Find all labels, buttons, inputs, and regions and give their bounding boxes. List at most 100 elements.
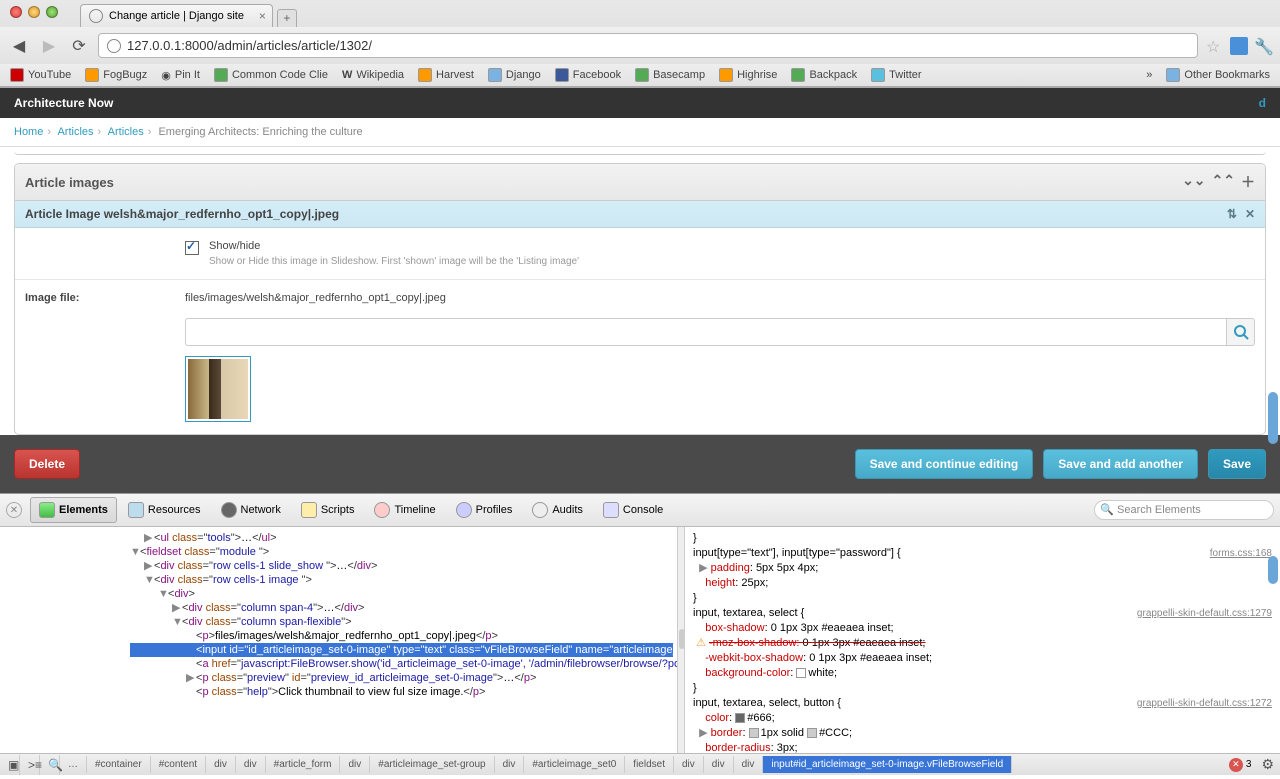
wrench-icon[interactable]: 🔧 <box>1254 37 1272 55</box>
devtools-tab-console[interactable]: Console <box>594 497 672 523</box>
help-text: Show or Hide this image in Slideshow. Fi… <box>209 256 579 267</box>
dom-crumb[interactable]: #articleimage_set-group <box>370 756 494 773</box>
save-button[interactable]: Save <box>1208 449 1266 479</box>
collapse-all-icon[interactable]: ⌄⌄ <box>1182 172 1205 192</box>
file-browse-button[interactable] <box>1227 318 1255 346</box>
resources-icon <box>128 502 144 518</box>
scrollbar-thumb[interactable] <box>1268 556 1278 584</box>
dom-crumb[interactable]: div <box>495 756 525 773</box>
dom-breadcrumbs: #container#contentdivdiv#article_formdiv… <box>87 756 1012 773</box>
bookmarks-bar: YouTube FogBugz ◉Pin It Common Code Clie… <box>0 64 1280 87</box>
reload-button[interactable]: ⟳ <box>68 35 90 57</box>
close-tab-icon[interactable]: × <box>259 9 266 23</box>
dom-crumb[interactable]: #container <box>87 756 151 773</box>
toolbar-right: ☆ 🔧 <box>1206 37 1272 55</box>
dom-crumb[interactable]: div <box>674 756 704 773</box>
devtools-tab-audits[interactable]: Audits <box>523 497 592 523</box>
bookmark-item[interactable]: Twitter <box>871 68 921 82</box>
submit-row: Delete Save and continue editing Save an… <box>0 435 1280 493</box>
bookmark-item[interactable]: Basecamp <box>635 68 705 82</box>
devtools-tab-profiles[interactable]: Profiles <box>447 497 522 523</box>
dom-crumb[interactable]: div <box>340 756 370 773</box>
styles-panel[interactable]: }forms.css:168input[type="text"], input[… <box>685 527 1280 753</box>
dom-crumb[interactable]: div <box>734 756 764 773</box>
settings-gear-icon[interactable]: ⚙ <box>1255 756 1280 773</box>
zoom-window-button[interactable] <box>46 6 58 18</box>
bookmark-item[interactable]: Facebook <box>555 68 621 82</box>
bookmark-item[interactable]: WWikipedia <box>342 69 404 81</box>
field-row: Show/hide Show or Hide this image in Sli… <box>15 228 1265 280</box>
bookmark-star-icon[interactable]: ☆ <box>1206 37 1224 55</box>
splitter-handle[interactable] <box>677 527 685 753</box>
dom-crumb[interactable]: div <box>704 756 734 773</box>
error-indicator[interactable]: ✕3 <box>1225 758 1256 772</box>
dom-crumb[interactable]: div <box>206 756 236 773</box>
other-bookmarks[interactable]: Other Bookmarks <box>1166 68 1270 82</box>
url-text: 127.0.0.1:8000/admin/articles/article/13… <box>127 38 372 53</box>
breadcrumb-home[interactable]: Home <box>14 126 43 138</box>
bookmark-item[interactable]: Highrise <box>719 68 777 82</box>
delete-button[interactable]: Delete <box>14 449 80 479</box>
showhide-checkbox[interactable] <box>185 241 199 255</box>
devtools-search-input[interactable]: Search Elements <box>1094 500 1274 520</box>
save-add-button[interactable]: Save and add another <box>1043 449 1198 479</box>
devtools-tab-resources[interactable]: Resources <box>119 497 210 523</box>
devtools-tab-timeline[interactable]: Timeline <box>365 497 444 523</box>
crumb-overflow[interactable]: … <box>60 756 87 773</box>
overflow-icon[interactable]: » <box>1146 69 1152 81</box>
search-icon <box>1233 324 1249 340</box>
error-badge-icon: ✕ <box>1229 758 1243 772</box>
drag-handle-icon[interactable]: ⇅ <box>1227 207 1237 221</box>
user-indicator[interactable]: d <box>1259 96 1266 110</box>
module-title: Article images <box>25 175 114 190</box>
file-browse-input[interactable] <box>185 318 1227 346</box>
dom-crumb[interactable]: div <box>236 756 266 773</box>
breadcrumbs: Home› Articles› Articles› Emerging Archi… <box>0 118 1280 147</box>
scripts-icon <box>301 502 317 518</box>
bookmark-item[interactable]: YouTube <box>10 68 71 82</box>
browser-chrome: Change article | Django site × + ◀ ▶ ⟳ 1… <box>0 0 1280 88</box>
close-window-button[interactable] <box>10 6 22 18</box>
admin-header: Architecture Now d <box>0 88 1280 118</box>
folder-icon <box>488 68 502 82</box>
bookmark-item[interactable]: ◉Pin It <box>161 69 200 82</box>
scrollbar-thumb[interactable] <box>1268 392 1278 444</box>
extension-icon[interactable] <box>1230 37 1248 55</box>
devtools-toolbar: ✕ Elements Resources Network Scripts Tim… <box>0 494 1280 527</box>
breadcrumb-link[interactable]: Articles <box>108 126 144 138</box>
dom-crumb-selected[interactable]: input#id_articleimage_set-0-image.vFileB… <box>763 756 1012 773</box>
dom-crumb[interactable]: fieldset <box>625 756 674 773</box>
bookmark-item[interactable]: Backpack <box>791 68 857 82</box>
address-bar[interactable]: 127.0.0.1:8000/admin/articles/article/13… <box>98 33 1198 58</box>
devtools-tab-network[interactable]: Network <box>212 497 290 523</box>
save-continue-button[interactable]: Save and continue editing <box>855 449 1034 479</box>
console-toggle-icon[interactable]: >≡ <box>20 755 40 775</box>
minimize-window-button[interactable] <box>28 6 40 18</box>
dom-crumb[interactable]: #articleimage_set0 <box>524 756 625 773</box>
bookmark-item[interactable]: Django <box>488 68 541 82</box>
add-inline-icon[interactable]: ＋ <box>1241 172 1255 192</box>
browser-tab[interactable]: Change article | Django site × <box>80 4 273 27</box>
devtools-close-icon[interactable]: ✕ <box>6 502 22 518</box>
devtools-tab-scripts[interactable]: Scripts <box>292 497 364 523</box>
image-thumbnail[interactable] <box>185 356 251 422</box>
back-button[interactable]: ◀ <box>8 35 30 57</box>
dom-tree-panel[interactable]: ▶<ul class="tools">…</ul>▼<fieldset clas… <box>0 527 677 753</box>
devtools-tab-elements[interactable]: Elements <box>30 497 117 523</box>
bookmark-item[interactable]: FogBugz <box>85 68 147 82</box>
inline-title: Article Image welsh&major_redfernho_opt1… <box>25 207 339 221</box>
breadcrumb-link[interactable]: Articles <box>57 126 93 138</box>
showhide-label: Show/hide <box>209 240 579 252</box>
remove-inline-icon[interactable]: ✕ <box>1245 207 1255 221</box>
dock-icon[interactable]: ▣ <box>0 755 20 775</box>
dom-crumb[interactable]: #content <box>151 756 206 773</box>
bookmark-item[interactable]: Common Code Clie <box>214 68 328 82</box>
expand-all-icon[interactable]: ⌃⌃ <box>1212 172 1235 192</box>
profiles-icon <box>456 502 472 518</box>
forward-button[interactable]: ▶ <box>38 35 60 57</box>
field-row: Image file: files/images/welsh&major_red… <box>15 280 1265 434</box>
dom-crumb[interactable]: #article_form <box>266 756 341 773</box>
new-tab-button[interactable]: + <box>277 9 297 27</box>
bookmark-item[interactable]: Harvest <box>418 68 474 82</box>
inspect-icon[interactable]: 🔍 <box>40 755 60 775</box>
